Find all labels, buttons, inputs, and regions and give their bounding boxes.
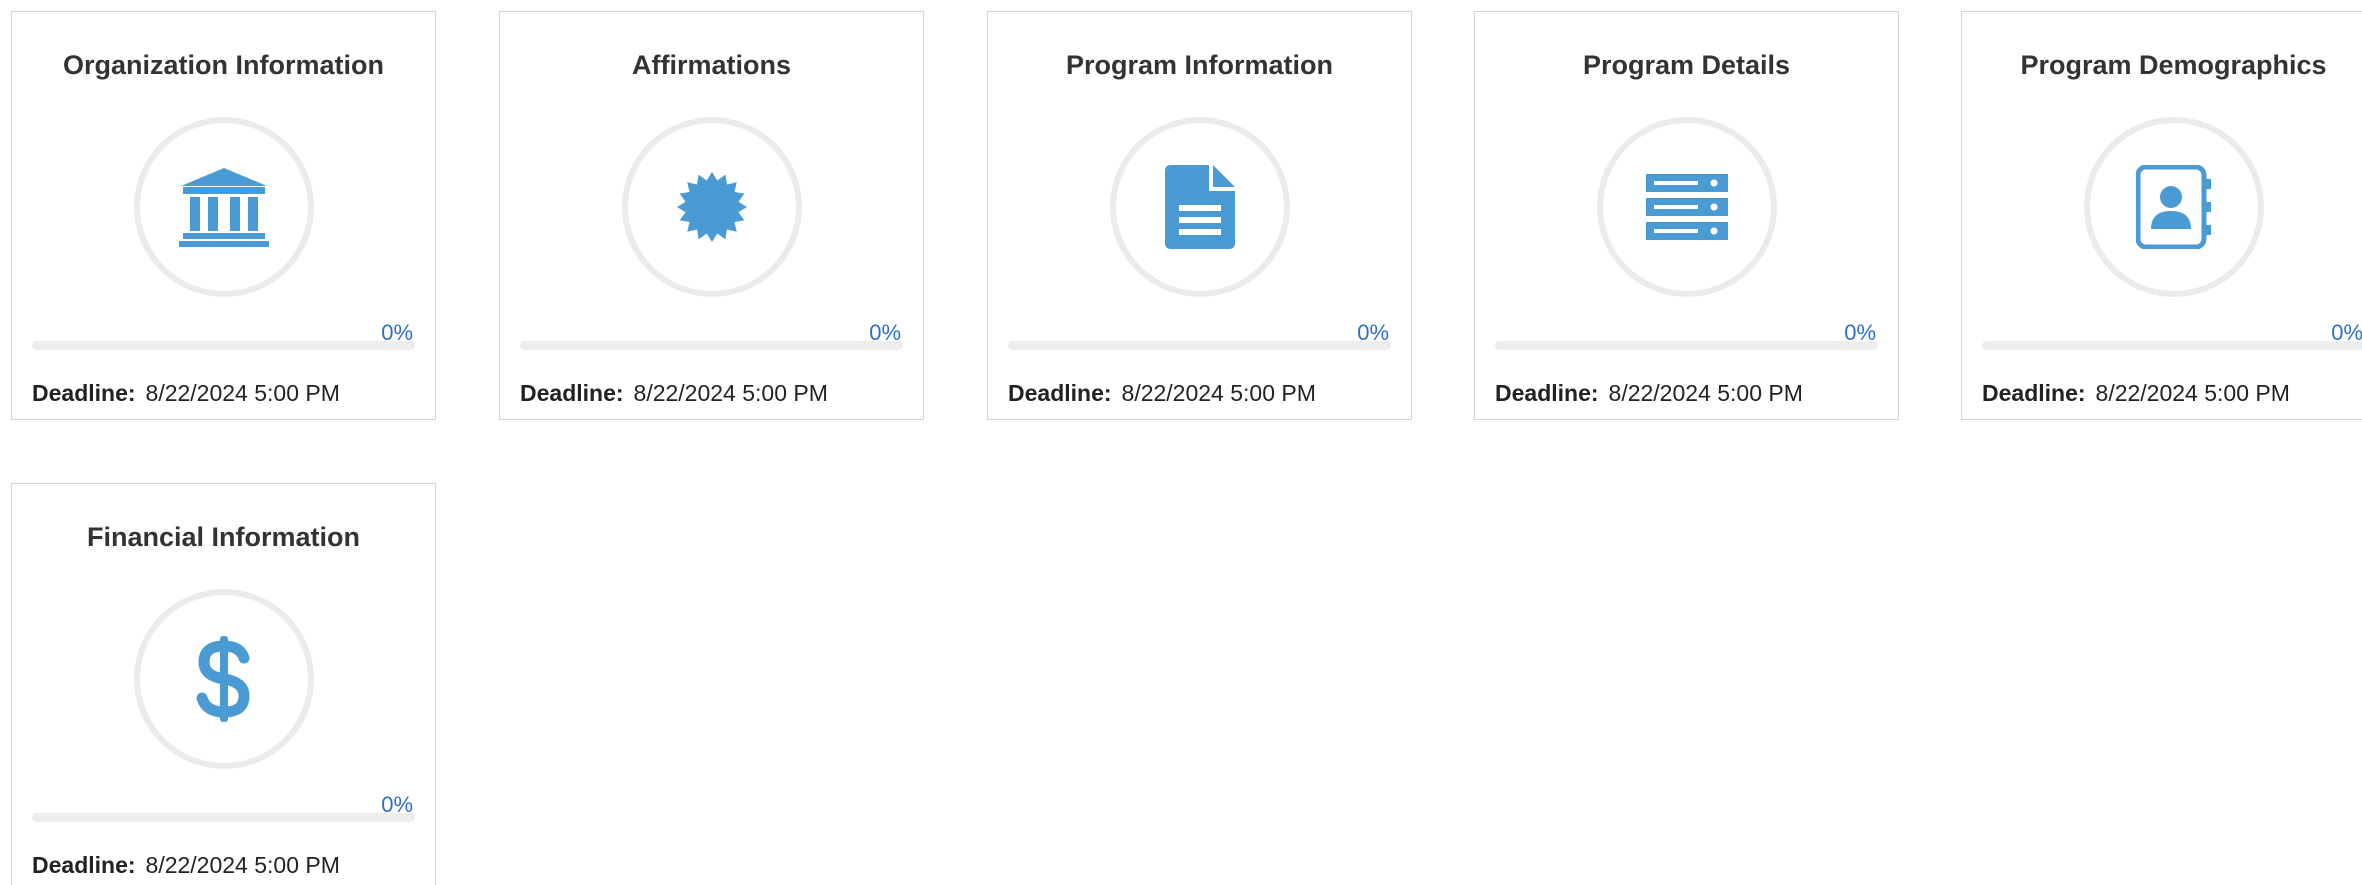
badge-certificate-icon: [677, 172, 747, 242]
card-title: Organization Information: [63, 50, 384, 80]
card-title: Program Details: [1582, 50, 1791, 80]
bank-icon: [179, 168, 269, 247]
deadline-label: Deadline:: [1495, 380, 1599, 406]
icon-circle: [1597, 117, 1777, 297]
section-card-financial-information[interactable]: Financial Information 0% Deadline: 8/22/2…: [11, 483, 436, 885]
dollar-icon: [196, 636, 250, 722]
section-card-organization-information[interactable]: Organization Information 0% Deadline: 8/2…: [11, 11, 436, 420]
document-icon: [1165, 165, 1235, 249]
card-title: Program Information: [1065, 50, 1334, 80]
deadline-label: Deadline:: [520, 380, 624, 406]
section-card-program-demographics[interactable]: Program Demographics 0% Deadline: 8/22/20…: [1961, 11, 2362, 420]
section-card-affirmations[interactable]: Affirmations 0% Deadline: 8/22/2024 5:00 …: [499, 11, 924, 420]
deadline-value: 8/22/2024 5:00 PM: [1121, 380, 1316, 406]
icon-circle: [2084, 117, 2264, 297]
section-card-program-information[interactable]: Program Information 0% Deadline: 8/22/202…: [987, 11, 1412, 420]
progress-bar: [1495, 341, 1878, 350]
card-title: Financial Information: [86, 522, 361, 552]
deadline: Deadline: 8/22/2024 5:00 PM: [1495, 380, 1803, 407]
deadline: Deadline: 8/22/2024 5:00 PM: [32, 380, 340, 407]
progress-bar: [1982, 341, 2362, 350]
deadline-label: Deadline:: [32, 852, 136, 878]
deadline-value: 8/22/2024 5:00 PM: [633, 380, 828, 406]
deadline: Deadline: 8/22/2024 5:00 PM: [1008, 380, 1316, 407]
icon-circle: [1110, 117, 1290, 297]
card-title: Program Demographics: [2020, 50, 2327, 80]
server-list-icon: [1646, 174, 1728, 240]
progress-bar: [32, 813, 415, 822]
deadline-value: 8/22/2024 5:00 PM: [145, 852, 340, 878]
deadline: Deadline: 8/22/2024 5:00 PM: [32, 852, 340, 879]
section-cards-grid: Organization Information 0% Deadline: 8/2…: [0, 0, 2362, 885]
deadline-label: Deadline:: [1008, 380, 1112, 406]
section-card-program-details[interactable]: Program Details 0% Deadline: 8/22/2024 5:…: [1474, 11, 1899, 420]
deadline-value: 8/22/2024 5:00 PM: [1608, 380, 1803, 406]
card-title: Affirmations: [631, 50, 791, 80]
address-book-icon: [2136, 165, 2211, 249]
progress-bar: [520, 341, 903, 350]
progress-bar: [32, 341, 415, 350]
deadline-value: 8/22/2024 5:00 PM: [145, 380, 340, 406]
deadline: Deadline: 8/22/2024 5:00 PM: [520, 380, 828, 407]
progress-bar: [1008, 341, 1391, 350]
icon-circle: [622, 117, 802, 297]
deadline-label: Deadline:: [1982, 380, 2086, 406]
icon-circle: [134, 589, 314, 769]
deadline: Deadline: 8/22/2024 5:00 PM: [1982, 380, 2290, 407]
deadline-label: Deadline:: [32, 380, 136, 406]
icon-circle: [134, 117, 314, 297]
deadline-value: 8/22/2024 5:00 PM: [2095, 380, 2290, 406]
